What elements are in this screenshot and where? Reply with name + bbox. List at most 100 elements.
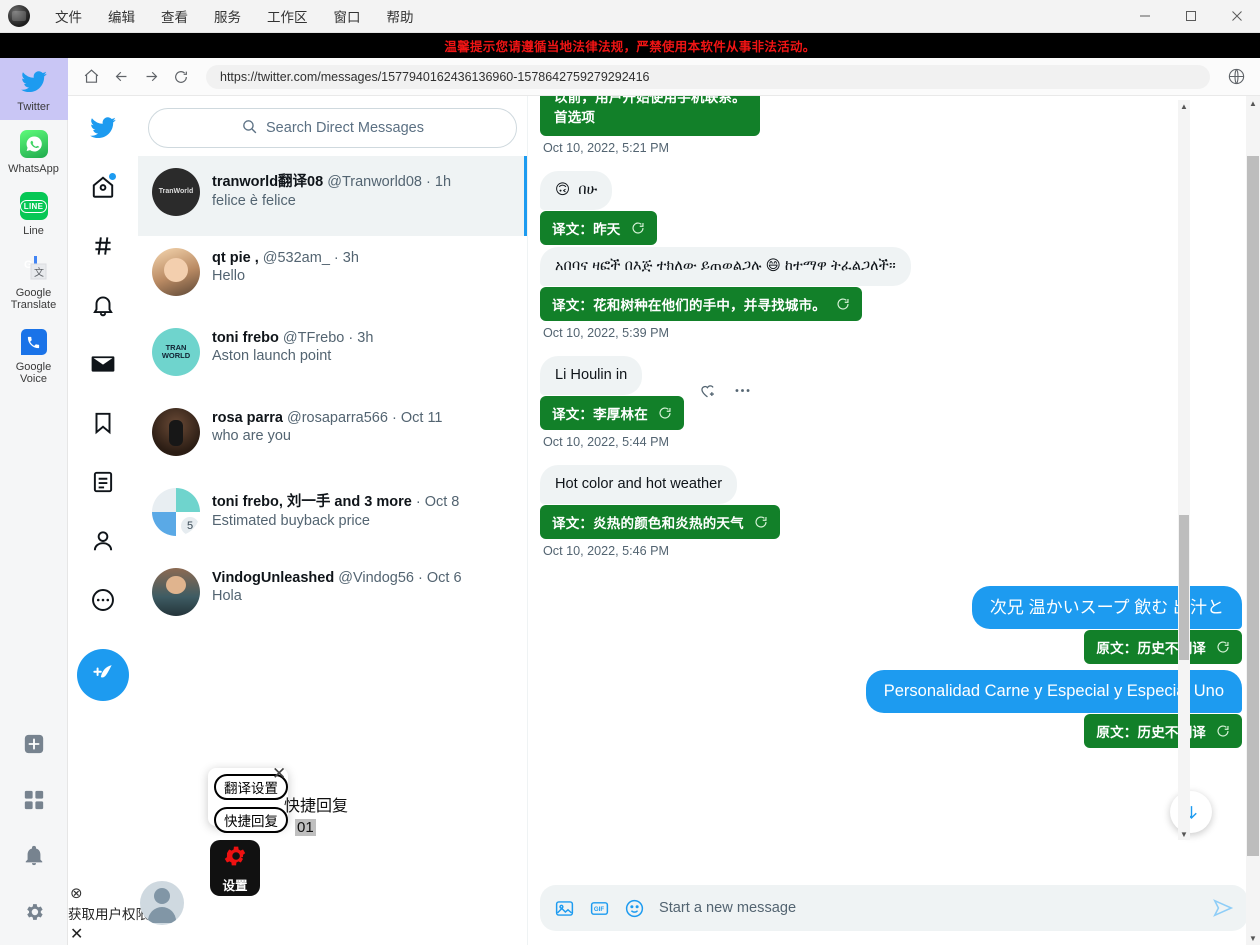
app-tile-label-google-voice: Google Voice bbox=[15, 361, 52, 385]
sidebar-item-profile[interactable] bbox=[79, 517, 127, 565]
scroll-down-arrow-icon[interactable]: ▼ bbox=[1178, 828, 1190, 840]
composer-wrap: GIF Start a new message bbox=[528, 877, 1260, 945]
app-tile-whatsapp[interactable]: WhatsApp bbox=[0, 120, 68, 182]
retranslate-icon[interactable] bbox=[1216, 640, 1230, 654]
translation-text[interactable]: 原文：历史不翻译 bbox=[1084, 630, 1242, 664]
sidebar-item-home[interactable] bbox=[79, 163, 127, 211]
message-timestamp: Oct 10, 2022, 5:46 PM bbox=[543, 544, 670, 558]
list-item[interactable]: TranWorld tranworld翻译08 @Tranworld08 · 1… bbox=[138, 156, 527, 236]
translation-label: 译文：花和树种在他们的手中，并寻找城市。 bbox=[552, 298, 826, 313]
message-timestamp: Oct 10, 2022, 5:39 PM bbox=[543, 326, 670, 340]
translation-text[interactable]: 原文：历史不翻译 bbox=[1084, 714, 1242, 748]
window-scroll-up-arrow-icon[interactable]: ▲ bbox=[1246, 96, 1260, 110]
message-bubble[interactable]: 次兄 温かいスープ 飲む 出汁と bbox=[971, 586, 1242, 629]
grid-icon[interactable] bbox=[23, 789, 45, 811]
list-item[interactable]: VindogUnleashed @Vindog56 · Oct 6 Hola bbox=[138, 556, 527, 636]
conversation-handle: @532am_ bbox=[262, 250, 330, 266]
menu-item-service[interactable]: 服务 bbox=[201, 2, 254, 30]
app-tile-label-twitter: Twitter bbox=[17, 101, 50, 113]
list-item[interactable]: 5 toni frebo, 刘一手 and 3 more · Oct 8 Est… bbox=[138, 476, 527, 556]
menu-item-edit[interactable]: 编辑 bbox=[95, 2, 148, 30]
message-input-placeholder[interactable]: Start a new message bbox=[659, 900, 1198, 916]
thread-scrollbar[interactable]: ▲ ▼ bbox=[1178, 100, 1190, 840]
translation-text[interactable]: 译文：花和树种在他们的手中，并寻找城市。 bbox=[540, 287, 862, 321]
scrollbar-thumb[interactable] bbox=[1179, 515, 1189, 660]
plus-square-icon[interactable] bbox=[23, 733, 45, 755]
send-icon[interactable] bbox=[1212, 897, 1234, 919]
message-bubble[interactable]: አበባና ዛፎች በእጅ ተክለው ይጠወልጋሉ 😄 ከተማዋ ትፈልጋለች። bbox=[540, 247, 911, 286]
app-tile-twitter[interactable]: Twitter bbox=[0, 58, 68, 120]
window-scrollbar-thumb[interactable] bbox=[1247, 156, 1259, 856]
list-item[interactable]: rosa parra @rosaparra566 · Oct 11 who ar… bbox=[138, 396, 527, 476]
conversation-handle: @TFrebo bbox=[282, 330, 345, 346]
toast-close-icon[interactable]: ✕ bbox=[70, 924, 218, 944]
sidebar-item-lists[interactable] bbox=[79, 458, 127, 506]
app-sidebar: Twitter WhatsApp LINE Line G 文 Google Tr… bbox=[0, 58, 68, 945]
svg-text:文: 文 bbox=[34, 266, 44, 279]
maximize-button[interactable] bbox=[1168, 0, 1214, 33]
minimize-button[interactable] bbox=[1122, 0, 1168, 33]
retranslate-icon[interactable] bbox=[754, 515, 768, 529]
menu-item-view[interactable]: 查看 bbox=[148, 2, 201, 30]
reload-icon[interactable] bbox=[168, 64, 194, 90]
sidebar-item-explore[interactable] bbox=[79, 222, 127, 270]
sidebar-item-messages[interactable] bbox=[79, 340, 127, 388]
translation-label: 译文：炎热的颜色和炎热的天气 bbox=[552, 516, 744, 531]
dm-conversation-list[interactable]: TranWorld tranworld翻译08 @Tranworld08 · 1… bbox=[138, 156, 527, 945]
message-row: አበባና ዛፎች በእጅ ተክለው ይጠወልጋሉ 😄 ከተማዋ ትፈልጋለች። … bbox=[540, 247, 1242, 354]
bell-icon[interactable] bbox=[23, 845, 45, 867]
menu-item-window[interactable]: 窗口 bbox=[321, 2, 374, 30]
translation-text[interactable]: 译文：昨天 bbox=[540, 211, 657, 245]
close-icon[interactable]: ✕ bbox=[272, 764, 286, 784]
app-sidebar-bottom bbox=[23, 733, 45, 945]
globe-icon[interactable] bbox=[1222, 63, 1250, 91]
translation-label: 译文：昨天 bbox=[552, 222, 621, 237]
scroll-to-bottom-button[interactable] bbox=[1170, 791, 1212, 833]
message-bubble[interactable]: Hot color and hot weather bbox=[540, 465, 738, 504]
close-button[interactable] bbox=[1214, 0, 1260, 33]
gear-icon[interactable] bbox=[23, 901, 45, 923]
menu-item-help[interactable]: 帮助 bbox=[374, 2, 427, 30]
like-icon[interactable] bbox=[698, 381, 717, 405]
menu-item-workspace[interactable]: 工作区 bbox=[254, 2, 321, 30]
message-bubble[interactable]: 🙃 በሁ bbox=[540, 171, 613, 210]
retranslate-icon[interactable] bbox=[631, 221, 645, 235]
settings-button-label: 设置 bbox=[222, 878, 248, 893]
home-icon[interactable] bbox=[78, 64, 104, 90]
menu-item-file[interactable]: 文件 bbox=[42, 2, 95, 30]
list-item[interactable]: TRAN WORLD toni frebo @TFrebo · 3h Aston … bbox=[138, 316, 527, 396]
translation-text[interactable]: 译文：李厚林在 bbox=[540, 396, 684, 430]
message-thread[interactable]: 以前，用户开始使用手机联系。 首选项 Oct 10, 2022, 5:21 PM… bbox=[528, 96, 1260, 877]
search-input[interactable]: Search Direct Messages bbox=[148, 108, 517, 148]
back-arrow-icon[interactable] bbox=[108, 64, 134, 90]
conversation-name: rosa parra bbox=[212, 410, 283, 426]
url-input[interactable]: https://twitter.com/messages/15779401624… bbox=[206, 64, 1210, 89]
window-scroll-down-arrow-icon[interactable]: ▼ bbox=[1246, 931, 1260, 945]
scroll-up-arrow-icon[interactable]: ▲ bbox=[1178, 100, 1190, 112]
emoji-icon[interactable] bbox=[624, 898, 645, 919]
app-tile-line[interactable]: LINE Line bbox=[0, 182, 68, 244]
translation-text[interactable]: 译文：炎热的颜色和炎热的天气 bbox=[540, 505, 780, 539]
image-icon[interactable] bbox=[554, 898, 575, 919]
compose-tweet-button[interactable] bbox=[77, 649, 129, 701]
message-bubble[interactable]: Li Houlin in bbox=[540, 356, 643, 395]
twitter-bird-icon[interactable] bbox=[79, 104, 127, 152]
list-item[interactable]: qt pie , @532am_ · 3h Hello bbox=[138, 236, 527, 316]
translation-text[interactable]: 以前，用户开始使用手机联系。 首选项 bbox=[540, 96, 760, 136]
emoji-icon: 🙃 bbox=[555, 182, 571, 198]
retranslate-icon[interactable] bbox=[836, 297, 850, 311]
app-tile-google-voice[interactable]: Google Voice bbox=[0, 318, 68, 392]
retranslate-icon[interactable] bbox=[1216, 724, 1230, 738]
more-icon[interactable] bbox=[733, 381, 752, 405]
window-scrollbar[interactable]: ▲ ▼ bbox=[1246, 96, 1260, 945]
sidebar-item-bookmarks[interactable] bbox=[79, 399, 127, 447]
forward-arrow-icon[interactable] bbox=[138, 64, 164, 90]
retranslate-icon[interactable] bbox=[658, 406, 672, 420]
conversation-pane: 以前，用户开始使用手机联系。 首选项 Oct 10, 2022, 5:21 PM… bbox=[528, 96, 1260, 945]
quick-reply-button[interactable]: 快捷回复 bbox=[214, 807, 288, 833]
app-tile-google-translate[interactable]: G 文 Google Translate bbox=[0, 244, 68, 318]
sidebar-item-notifications[interactable] bbox=[79, 281, 127, 329]
gif-icon[interactable]: GIF bbox=[589, 898, 610, 919]
sidebar-item-more[interactable] bbox=[79, 576, 127, 624]
message-composer[interactable]: GIF Start a new message bbox=[540, 885, 1248, 931]
